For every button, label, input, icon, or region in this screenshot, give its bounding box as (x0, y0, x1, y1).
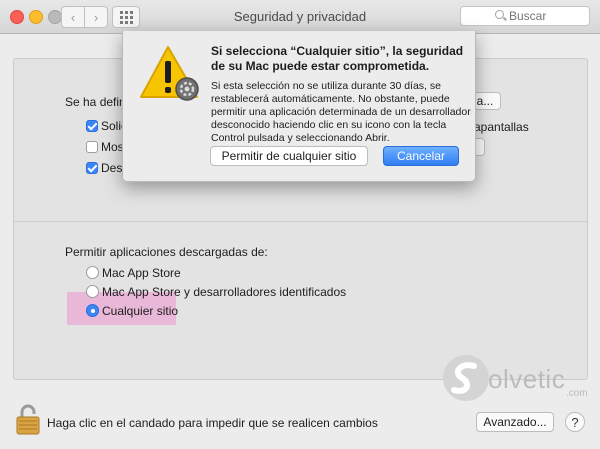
show-message-label: Mos (101, 140, 124, 154)
radio-identified-developers[interactable] (86, 285, 99, 298)
radio-anywhere[interactable] (86, 304, 99, 317)
dialog-title: Si selecciona “Cualquier sitio”, la segu… (211, 44, 464, 73)
dialog-message: Si esta selección no se utiliza durante … (211, 80, 471, 144)
option-mac-app-store-label: Mac App Store (102, 266, 181, 280)
screensaver-label: apantallas (474, 120, 529, 134)
option-anywhere-label: Cualquier sitio (102, 304, 179, 318)
cancel-label: Cancelar (396, 149, 446, 163)
cancel-button[interactable]: Cancelar (383, 146, 459, 166)
password-required-label: Se ha defini (65, 95, 129, 109)
downloads-heading: Permitir aplicaciones descargadas de: (65, 245, 268, 259)
solvetic-logo-icon (443, 355, 489, 401)
chevron-right-icon: › (93, 9, 99, 25)
watermark-suffix: .com (566, 388, 588, 399)
zoom-window-button[interactable] (48, 10, 62, 24)
show-all-button[interactable] (112, 6, 140, 28)
lock-instruction-text: Haga clic en el candado para impedir que… (47, 416, 378, 430)
minimize-window-button[interactable] (29, 10, 43, 24)
security-alert-dialog: Si selecciona “Cualquier sitio”, la segu… (122, 31, 476, 182)
radio-mac-app-store[interactable] (86, 266, 99, 279)
search-icon (495, 10, 504, 19)
window-title: Seguridad y privacidad (233, 9, 367, 24)
help-icon: ? (571, 414, 579, 430)
section-divider (13, 221, 588, 222)
search-input[interactable] (509, 8, 585, 24)
back-button[interactable]: ‹ (61, 6, 85, 28)
help-button[interactable]: ? (565, 412, 585, 432)
require-password-checkbox[interactable] (86, 120, 98, 132)
watermark-text: olvetic (488, 364, 566, 394)
close-window-button[interactable] (10, 10, 24, 24)
show-message-checkbox[interactable] (86, 141, 98, 153)
title-bar: ‹ › Seguridad y privacidad (0, 0, 600, 34)
allow-anywhere-button[interactable]: Permitir de cualquier sitio (210, 146, 368, 166)
chevron-left-icon: ‹ (70, 9, 76, 25)
forward-button[interactable]: › (84, 6, 108, 28)
option-identified-developers-label: Mac App Store y desarrolladores identifi… (102, 285, 347, 299)
disable-autologin-checkbox[interactable] (86, 162, 98, 174)
warning-icon (140, 46, 199, 101)
allow-anywhere-label: Permitir de cualquier sitio (221, 149, 357, 163)
advanced-label: Avanzado... (483, 415, 547, 429)
lock-icon[interactable] (15, 403, 41, 435)
search-field[interactable] (460, 6, 590, 26)
advanced-button[interactable]: Avanzado... (476, 412, 554, 432)
solvetic-watermark: olvetic .com (440, 350, 590, 410)
change-password-label: a... (476, 94, 494, 108)
